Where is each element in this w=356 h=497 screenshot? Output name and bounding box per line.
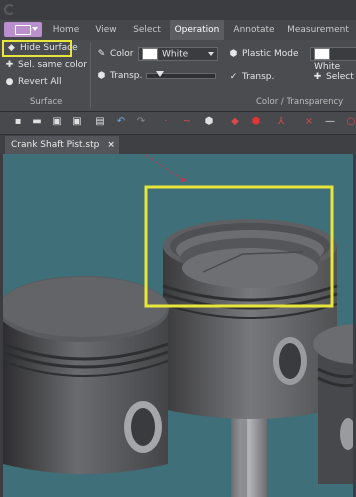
color-label: Color — [110, 49, 134, 59]
pick-color-icon: ✚ — [313, 72, 322, 82]
select-color-icon: ✚ — [5, 60, 14, 70]
redo-icon[interactable]: ↷ — [135, 116, 147, 128]
second-color-dropdown[interactable]: White — [310, 47, 356, 72]
color-transparency-group-label: Color / Transparency — [256, 97, 344, 107]
tab-select[interactable]: Select — [126, 20, 168, 40]
right-piston — [313, 324, 353, 484]
chevron-down-icon — [32, 27, 38, 31]
tab-measurement[interactable]: Measurement — [284, 20, 352, 40]
stop-icon[interactable]: ⬢ — [250, 116, 262, 128]
transparency-slider[interactable] — [146, 71, 216, 79]
document-tab-label: Crank Shaft Pist.stp — [11, 140, 100, 150]
save-icon[interactable]: ▣ — [51, 116, 63, 128]
circle-icon[interactable]: ○ — [345, 116, 356, 128]
print-icon[interactable]: ▤ — [94, 116, 106, 128]
select-same-color-button[interactable]: ✚ Sel. same color — [4, 57, 87, 73]
curve-icon[interactable]: ~ — [181, 116, 193, 128]
second-color-swatch — [314, 48, 330, 60]
hide-surface-label: Hide Surface — [20, 43, 78, 53]
transparency-check-label: Transp. — [242, 72, 275, 82]
color-dropdown[interactable]: White — [138, 47, 218, 61]
save-as-icon[interactable]: ▣ — [71, 116, 83, 128]
transparency-label-item: ⬢ Transp. — [96, 68, 143, 84]
axis-icon[interactable]: ⅄ — [275, 116, 287, 128]
tab-operation[interactable]: Operation — [170, 20, 224, 40]
transparency-label: Transp. — [110, 71, 143, 81]
checkmark-icon: ✓ — [229, 72, 238, 82]
app-window: Home View Select Operation Annotate Meas… — [0, 0, 356, 497]
brush-icon: ✎ — [97, 49, 106, 59]
slider-handle[interactable] — [156, 71, 164, 77]
hide-surface-icon: ◆ — [8, 43, 15, 53]
piston-model-view — [3, 154, 353, 497]
select-label: Select — [326, 72, 354, 82]
hide-surface-button[interactable]: ◆ Hide Surface — [2, 40, 78, 57]
quick-toolbar: ▪ ▬ ▣ ▣ ▤ ↶ ↷ · ~ ⬢ ◆ ⬢ ⅄ × — ○ — [0, 112, 356, 135]
document-tab[interactable]: Crank Shaft Pist.stp × — [5, 136, 119, 154]
plastic-mode-icon: ⬢ — [229, 49, 238, 59]
ribbon-panel: ◆ Hide Surface ✚ Sel. same color ● Revert A… — [0, 40, 356, 112]
surface-icon[interactable]: ◆ — [229, 116, 241, 128]
plastic-mode-toggle[interactable]: ⬢ Plastic Mode — [228, 46, 299, 62]
ribbon-tab-bar: Home View Select Operation Annotate Meas… — [0, 20, 356, 40]
central-piston — [162, 219, 338, 419]
new-document-icon[interactable]: ▪ — [12, 116, 24, 128]
plastic-mode-label: Plastic Mode — [242, 49, 299, 59]
dash-icon[interactable]: — — [324, 116, 336, 128]
app-logo-icon — [4, 4, 15, 15]
window-icon — [15, 25, 31, 35]
transparency-checkbox[interactable]: ✓ Transp. — [228, 69, 275, 85]
chevron-down-icon — [208, 52, 214, 56]
solid-icon[interactable]: ⬢ — [203, 116, 215, 128]
open-folder-icon[interactable]: ▬ — [31, 116, 43, 128]
revert-all-button[interactable]: ● Revert All — [4, 74, 62, 90]
group-divider — [90, 42, 91, 108]
line-icon[interactable]: × — [303, 116, 315, 128]
document-tab-bar: Crank Shaft Pist.stp × — [0, 135, 356, 154]
connecting-rod — [231, 409, 267, 497]
point-icon[interactable]: · — [160, 116, 172, 128]
color-swatch — [142, 48, 158, 60]
tab-annotate[interactable]: Annotate — [228, 20, 280, 40]
select-same-color-label: Sel. same color — [18, 60, 88, 70]
tab-view[interactable]: View — [88, 20, 124, 40]
left-piston — [3, 276, 169, 474]
3d-viewport[interactable] — [3, 154, 353, 497]
revert-all-label: Revert All — [18, 77, 62, 87]
tab-home[interactable]: Home — [46, 20, 86, 40]
color-label-item: ✎ Color — [96, 46, 134, 62]
color-value: White — [162, 49, 189, 60]
revert-icon: ● — [5, 77, 14, 87]
transparency-icon: ⬢ — [97, 71, 106, 81]
application-menu-button[interactable] — [4, 22, 42, 37]
undo-icon[interactable]: ↶ — [115, 116, 127, 128]
close-icon[interactable]: × — [107, 136, 115, 154]
callout-leader — [143, 154, 185, 182]
surface-group-label: Surface — [30, 97, 63, 107]
select-color-button[interactable]: ✚ Select — [312, 69, 354, 85]
